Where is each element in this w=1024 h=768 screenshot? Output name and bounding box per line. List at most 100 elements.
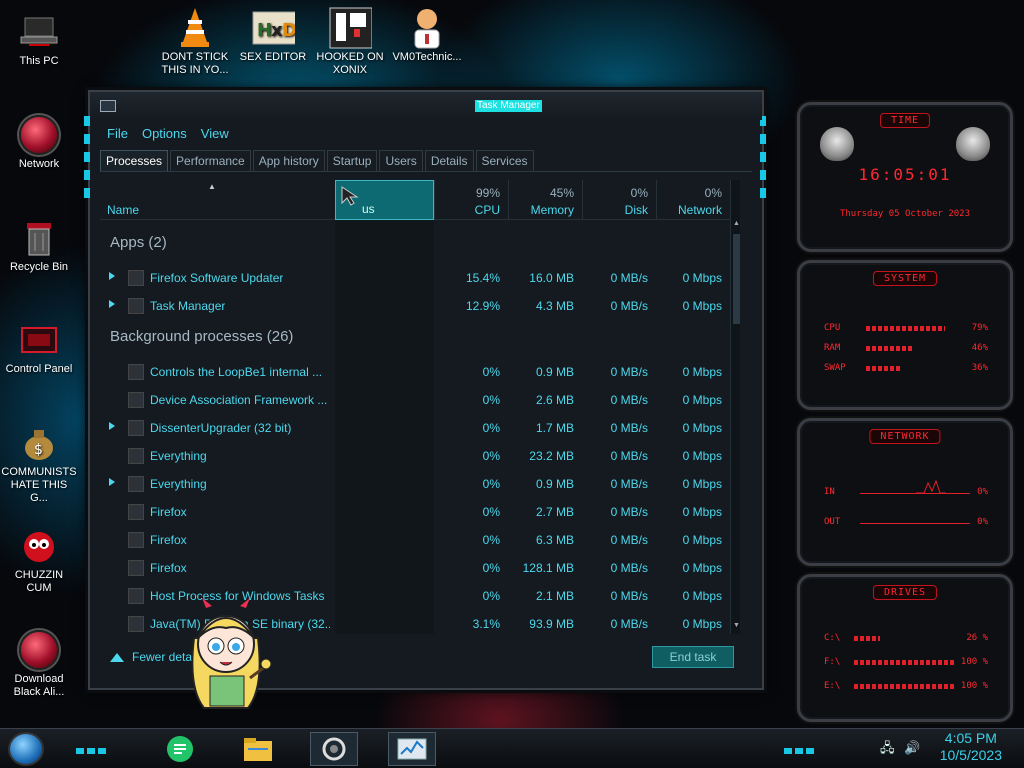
cartoon-girl-sticker (180, 598, 272, 718)
table-row[interactable]: Controls the LoopBe1 internal ... 0% 0.9 M… (100, 358, 730, 386)
taskbar-app-task-manager[interactable] (388, 732, 436, 766)
menu-view[interactable]: View (194, 124, 236, 146)
cpu-value: 15.4% (465, 271, 500, 285)
table-row[interactable]: Firefox Software Updater 15.4% 16.0 MB 0 MB… (100, 264, 730, 292)
desktop-icon-hooked-on-xonix[interactable]: HOOKED ON XONIX (312, 7, 388, 77)
vertical-scrollbar[interactable]: ▲ ▼ (730, 180, 740, 634)
expand-arrow-icon[interactable] (109, 478, 115, 486)
expand-arrow-icon[interactable] (109, 300, 115, 308)
table-row[interactable]: Everything 0% 0.9 MB 0 MB/s 0 Mbps (100, 470, 730, 498)
drive-e-meter (854, 684, 954, 689)
svg-text:H: H (257, 20, 272, 41)
volume-icon[interactable]: 🔊 (904, 740, 920, 755)
group-header-background[interactable]: Background processes (26) (110, 328, 293, 345)
expand-arrow-icon[interactable] (109, 422, 115, 430)
desktop-icon-sex-editor[interactable]: HxD SEX EDITOR (235, 8, 311, 64)
taskbar-clock[interactable]: 4:05 PM 10/5/2023 (940, 730, 1002, 764)
window-frame-deco-left (84, 112, 92, 692)
network-icon (17, 115, 61, 155)
rainmeter-gadgets: TIME 16:05:01 Thursday 05 October 2023 S… (791, 92, 1019, 728)
sort-up-icon: ▲ (208, 182, 216, 191)
tab-services[interactable]: Services (475, 150, 534, 171)
column-header-network[interactable]: 0% Network (656, 180, 730, 220)
menu-bar: File Options View (100, 124, 236, 146)
process-name: Firefox (150, 505, 187, 519)
menu-options[interactable]: Options (135, 124, 194, 146)
network-value: 0 Mbps (682, 365, 722, 379)
taskbar-app-file-explorer[interactable] (234, 732, 282, 766)
window-frame-deco-right (760, 112, 768, 692)
desktop-icon-dont-stick[interactable]: DONT STICK THIS IN YO... (157, 8, 233, 77)
svg-text:D: D (282, 20, 295, 41)
net-out-graph (860, 523, 970, 524)
table-row[interactable]: Firefox 0% 6.3 MB 0 MB/s 0 Mbps (100, 526, 730, 554)
scroll-down-arrow-icon[interactable]: ▼ (732, 622, 740, 632)
desktop-icon-label: Download Black Ali... (13, 673, 65, 698)
taskbar-app-circular[interactable] (310, 732, 358, 766)
disk-value: 0 MB/s (610, 617, 648, 631)
process-icon (128, 298, 144, 314)
net-out-value: 0% (977, 517, 988, 527)
table-header: ▲ Name us 99% CPU 45% Memory 0% Disk 0% … (100, 180, 730, 220)
memory-value: 2.6 MB (535, 393, 574, 407)
desktop-icon-recycle-bin[interactable]: Recycle Bin (1, 218, 77, 274)
table-row[interactable]: Task Manager 12.9% 4.3 MB 0 MB/s 0 Mbps (100, 292, 730, 320)
column-header-cpu[interactable]: 99% CPU (434, 180, 508, 220)
desktop-icon-communists[interactable]: $ COMMUNISTS HATE THIS G... (1, 423, 77, 505)
taskbar-app-notes[interactable] (156, 732, 204, 766)
desktop-icon-network[interactable]: Network (1, 115, 77, 171)
column-header-disk[interactable]: 0% Disk (582, 180, 656, 220)
disk-value: 0 MB/s (610, 271, 648, 285)
table-row[interactable]: Everything 0% 23.2 MB 0 MB/s 0 Mbps (100, 442, 730, 470)
tab-performance[interactable]: Performance (170, 150, 251, 171)
process-icon (128, 420, 144, 436)
process-icon (128, 616, 144, 632)
desktop-icon-vm0technic[interactable]: VM0Technic... (389, 8, 465, 64)
memory-value: 0.9 MB (535, 365, 574, 379)
desktop-icon-chuzzin[interactable]: CHUZZIN CUM (1, 526, 77, 595)
desktop-icon-this-pc[interactable]: This PC (1, 12, 77, 68)
process-name: Everything (150, 449, 207, 463)
scroll-up-arrow-icon[interactable]: ▲ (732, 220, 740, 230)
desktop-icon-download-black-alien[interactable]: Download Black Ali... (1, 630, 77, 699)
process-icon (128, 448, 144, 464)
memory-value: 2.1 MB (535, 589, 574, 603)
tab-app-history[interactable]: App history (252, 150, 325, 171)
process-name: Task Manager (150, 299, 226, 313)
cpu-value: 3.1% (472, 617, 500, 631)
column-header-memory[interactable]: 45% Memory (508, 180, 582, 220)
swap-meter (866, 366, 902, 371)
table-row[interactable]: Firefox 0% 128.1 MB 0 MB/s 0 Mbps (100, 554, 730, 582)
taskbar: 🖧 🔊 4:05 PM 10/5/2023 (0, 728, 1024, 768)
tab-users[interactable]: Users (379, 150, 423, 171)
tab-details[interactable]: Details (424, 150, 474, 171)
system-tray: 🖧 🔊 (880, 739, 920, 761)
expand-arrow-icon[interactable] (109, 272, 115, 280)
start-button[interactable] (8, 732, 44, 766)
menu-file[interactable]: File (100, 124, 135, 146)
end-task-button[interactable]: End task (652, 646, 734, 668)
gadget-clock: 16:05:01 (858, 165, 952, 184)
table-row[interactable]: DissenterUpgrader (32 bit) 0% 1.7 MB 0 MB/s… (100, 414, 730, 442)
desktop-icon-label: This PC (19, 55, 59, 67)
column-header-status[interactable]: us (335, 180, 434, 220)
desktop-icon-control-panel[interactable]: Control Panel (1, 320, 77, 376)
table-row[interactable]: Device Association Framework ... 0% 2.6 MB… (100, 386, 730, 414)
doctor-icon (405, 8, 449, 49)
tab-processes[interactable]: Processes (100, 150, 169, 171)
hxd-icon: HxD (251, 8, 295, 48)
process-name: Everything (150, 477, 207, 491)
disk-value: 0 MB/s (610, 589, 648, 603)
process-name: Device Association Framework ... (150, 393, 328, 407)
network-tray-icon[interactable]: 🖧 (880, 740, 895, 755)
process-icon (128, 560, 144, 576)
table-row[interactable]: Firefox 0% 2.7 MB 0 MB/s 0 Mbps (100, 498, 730, 526)
column-header-name[interactable]: ▲ Name (100, 180, 336, 220)
window-title: Task Manager (475, 100, 542, 112)
scrollbar-thumb[interactable] (733, 234, 740, 324)
process-icon (128, 532, 144, 548)
cpu-meter (866, 326, 945, 331)
tab-startup[interactable]: Startup (326, 150, 378, 171)
group-header-apps[interactable]: Apps (2) (110, 234, 167, 251)
title-bar[interactable]: Task Manager (90, 92, 762, 120)
